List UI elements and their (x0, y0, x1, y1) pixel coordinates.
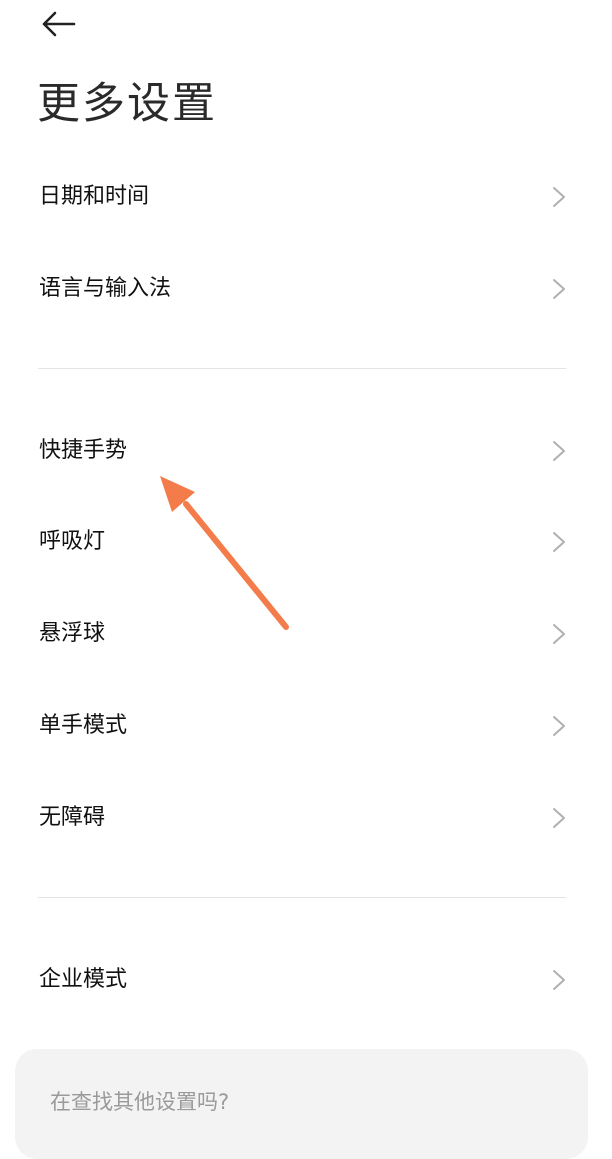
settings-item-accessibility[interactable]: 无障碍 (0, 783, 612, 853)
settings-item-label: 无障碍 (39, 805, 106, 830)
settings-item-gestures[interactable]: 快捷手势 (0, 416, 612, 486)
settings-item-notification-light[interactable]: 呼吸灯 (0, 507, 612, 577)
settings-item-label: 快捷手势 (39, 438, 128, 463)
settings-item-language-input[interactable]: 语言与输入法 (0, 254, 612, 324)
chevron-right-icon (553, 970, 565, 990)
chevron-right-icon (553, 624, 565, 644)
chevron-right-icon (553, 716, 565, 736)
settings-item-label: 日期和时间 (39, 184, 150, 209)
settings-item-floating-ball[interactable]: 悬浮球 (0, 599, 612, 669)
back-button[interactable] (36, 4, 80, 44)
section-divider (38, 368, 566, 369)
settings-item-label: 单手模式 (39, 713, 128, 738)
settings-item-label: 语言与输入法 (39, 276, 172, 301)
chevron-right-icon (553, 532, 565, 552)
settings-item-label: 呼吸灯 (39, 529, 106, 554)
chevron-right-icon (553, 441, 565, 461)
settings-item-label: 企业模式 (39, 967, 128, 992)
chevron-right-icon (553, 279, 565, 299)
settings-item-one-handed-mode[interactable]: 单手模式 (0, 691, 612, 761)
search-placeholder: 在查找其他设置吗? (50, 1090, 230, 1114)
settings-item-label: 悬浮球 (39, 621, 106, 646)
settings-item-date-time[interactable]: 日期和时间 (0, 162, 612, 232)
section-divider (38, 897, 566, 898)
page-title: 更多设置 (37, 79, 217, 129)
chevron-right-icon (553, 187, 565, 207)
back-arrow-icon (42, 11, 76, 37)
search-settings-box[interactable]: 在查找其他设置吗? (15, 1049, 588, 1159)
settings-item-enterprise-mode[interactable]: 企业模式 (0, 945, 612, 1015)
chevron-right-icon (553, 808, 565, 828)
